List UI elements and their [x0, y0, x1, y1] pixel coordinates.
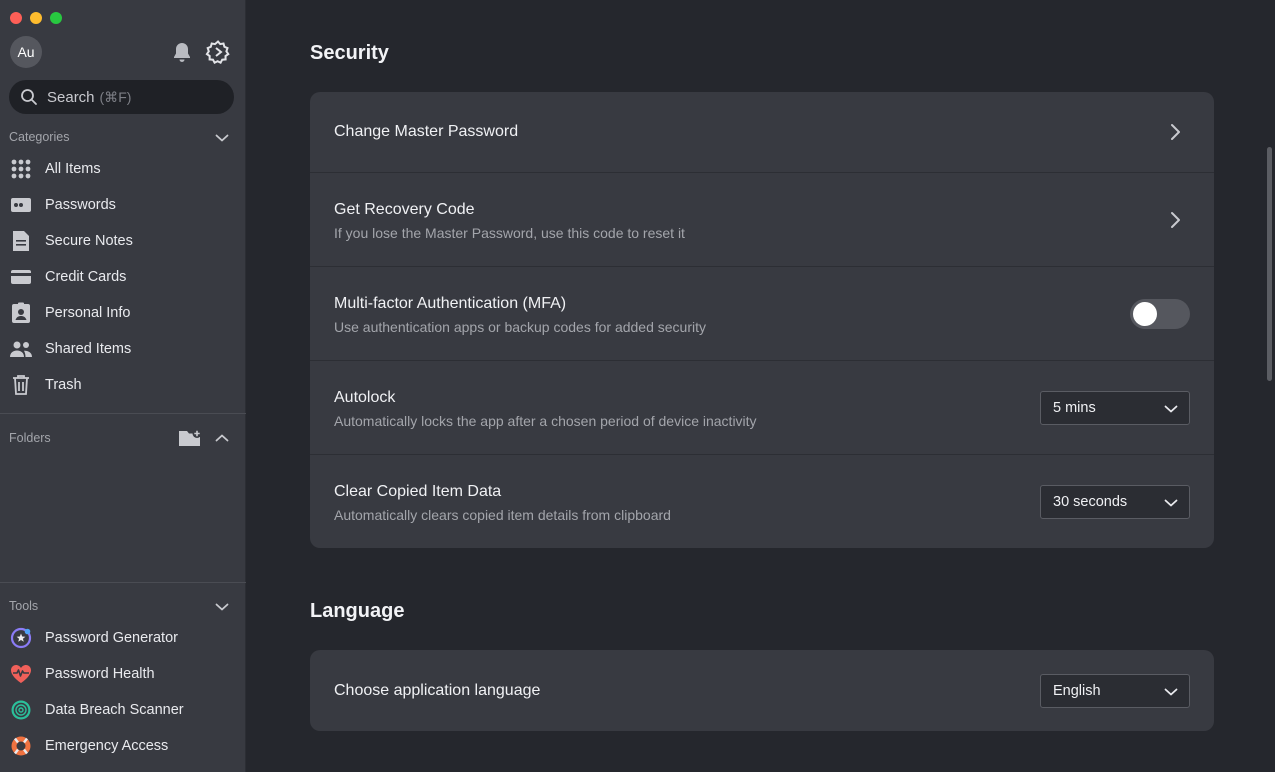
scrollbar[interactable]: [1263, 0, 1275, 772]
toggle-knob: [1133, 302, 1157, 326]
sidebar-item-label: Passwords: [45, 197, 116, 213]
settings-main: Security Change Master Password Get Reco…: [246, 0, 1275, 772]
bell-icon[interactable]: [170, 40, 194, 64]
sidebar-item-all-items[interactable]: All Items: [9, 154, 237, 184]
sidebar-item-credit-cards[interactable]: Credit Cards: [9, 262, 237, 292]
radar-icon: [9, 698, 33, 722]
autolock-row: Autolock Automatically locks the app aft…: [310, 361, 1214, 455]
section-title-security: Security: [310, 42, 389, 64]
heart-pulse-icon: [9, 662, 33, 686]
zoom-window-button[interactable]: [50, 12, 62, 24]
language-row: Choose application language English: [310, 650, 1214, 731]
folders-label: Folders: [9, 431, 51, 445]
security-card: Change Master Password Get Recovery Code…: [310, 92, 1214, 548]
tools-header: Tools: [9, 599, 38, 613]
autolock-value: 5 mins: [1053, 400, 1096, 416]
sidebar-item-shared-items[interactable]: Shared Items: [9, 334, 237, 364]
sidebar-item-label: Password Generator: [45, 630, 178, 646]
sidebar-item-label: Trash: [45, 377, 82, 393]
search-input[interactable]: Search (⌘F): [9, 80, 234, 114]
add-folder-icon[interactable]: [178, 428, 202, 448]
sidebar-item-label: Emergency Access: [45, 738, 169, 754]
language-value: English: [1053, 683, 1101, 699]
chevron-down-icon[interactable]: [214, 599, 230, 615]
chevron-up-icon[interactable]: [214, 430, 230, 446]
search-icon: [21, 89, 37, 105]
change-master-password-title: Change Master Password: [334, 123, 519, 140]
grid-icon: [9, 157, 33, 181]
sidebar-item-password-health[interactable]: Password Health: [9, 659, 237, 689]
categories-header: Categories: [9, 130, 69, 144]
language-select[interactable]: English: [1040, 674, 1190, 708]
sidebar-item-label: Data Breach Scanner: [45, 702, 184, 718]
sidebar-item-secure-notes[interactable]: Secure Notes: [9, 226, 237, 256]
mfa-row: Multi-factor Authentication (MFA) Use au…: [310, 267, 1214, 361]
password-icon: [9, 193, 33, 217]
avatar[interactable]: Au: [10, 36, 42, 68]
credit-card-icon: [9, 265, 33, 289]
note-icon: [9, 229, 33, 253]
sidebar-item-password-generator[interactable]: Password Generator: [9, 623, 237, 653]
id-badge-icon: [9, 301, 33, 325]
sidebar-divider: [0, 413, 246, 414]
gear-icon[interactable]: [205, 39, 231, 65]
recovery-code-subtitle: If you lose the Master Password, use thi…: [334, 225, 685, 241]
folders-header: Folders: [9, 431, 51, 445]
chevron-right-icon[interactable]: [1166, 211, 1184, 229]
sidebar: Au Search (⌘F) Categories All Items Pass…: [0, 0, 246, 772]
trash-icon: [9, 373, 33, 397]
chevron-down-icon: [1164, 499, 1178, 507]
sidebar-item-data-breach-scanner[interactable]: Data Breach Scanner: [9, 695, 237, 725]
categories-label: Categories: [9, 130, 70, 144]
recovery-code-row[interactable]: Get Recovery Code If you lose the Master…: [310, 173, 1214, 267]
chevron-down-icon: [1164, 405, 1178, 413]
clear-copied-value: 30 seconds: [1053, 494, 1128, 510]
close-window-button[interactable]: [10, 12, 22, 24]
autolock-title: Autolock: [334, 389, 396, 406]
lifebuoy-icon: [9, 734, 33, 758]
language-card: Choose application language English: [310, 650, 1214, 731]
sidebar-divider: [0, 582, 246, 583]
mfa-title: Multi-factor Authentication (MFA): [334, 295, 567, 312]
language-title: Choose application language: [334, 682, 541, 699]
change-master-password-row[interactable]: Change Master Password: [310, 92, 1214, 173]
clear-copied-subtitle: Automatically clears copied item details…: [334, 507, 671, 523]
search-shortcut: (⌘F): [99, 88, 132, 105]
recovery-code-title: Get Recovery Code: [334, 201, 475, 218]
sidebar-item-personal-info[interactable]: Personal Info: [9, 298, 237, 328]
sidebar-item-trash[interactable]: Trash: [9, 370, 237, 400]
tools-label: Tools: [9, 599, 39, 613]
autolock-subtitle: Automatically locks the app after a chos…: [334, 413, 757, 429]
sidebar-item-label: Credit Cards: [45, 269, 127, 285]
window-controls: [10, 12, 62, 24]
sidebar-item-label: Shared Items: [45, 341, 132, 357]
password-generator-icon: [9, 626, 33, 650]
sidebar-item-label: Personal Info: [45, 305, 131, 321]
people-icon: [9, 337, 33, 361]
scrollbar-thumb[interactable]: [1267, 147, 1272, 381]
minimize-window-button[interactable]: [30, 12, 42, 24]
chevron-right-icon[interactable]: [1166, 123, 1184, 141]
mfa-toggle[interactable]: [1130, 299, 1190, 329]
sidebar-item-label: Secure Notes: [45, 233, 133, 249]
chevron-down-icon: [1164, 688, 1178, 696]
sidebar-item-passwords[interactable]: Passwords: [9, 190, 237, 220]
section-title-language: Language: [310, 600, 405, 622]
sidebar-item-label: Password Health: [45, 666, 155, 682]
sidebar-item-label: All Items: [45, 161, 101, 177]
clear-copied-row: Clear Copied Item Data Automatically cle…: [310, 455, 1214, 548]
clear-copied-title: Clear Copied Item Data: [334, 483, 502, 500]
chevron-down-icon[interactable]: [214, 130, 230, 146]
search-placeholder: Search: [47, 88, 95, 106]
sidebar-item-emergency-access[interactable]: Emergency Access: [9, 731, 237, 761]
autolock-select[interactable]: 5 mins: [1040, 391, 1190, 425]
mfa-subtitle: Use authentication apps or backup codes …: [334, 319, 707, 335]
clear-copied-select[interactable]: 30 seconds: [1040, 485, 1190, 519]
